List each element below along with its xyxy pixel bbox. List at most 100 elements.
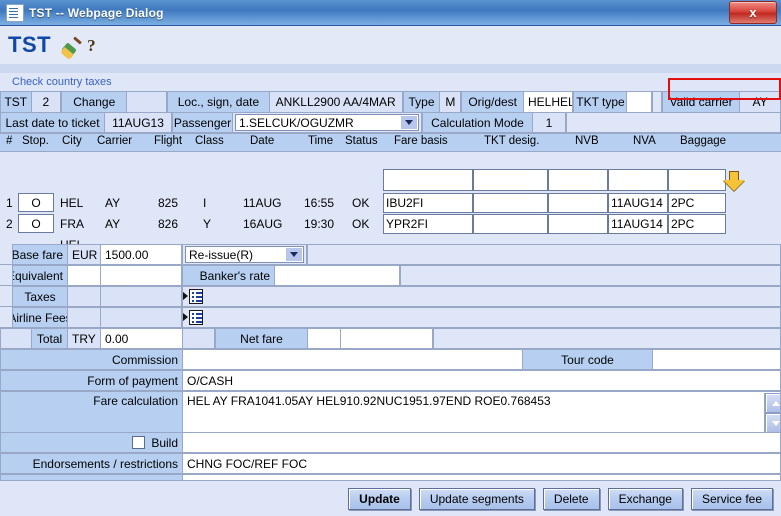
blank-baggage-input[interactable] xyxy=(668,169,726,191)
help-icon[interactable]: ? xyxy=(87,37,103,57)
loc-sign-date-value[interactable]: ANKLL2900 AA/4MAR xyxy=(268,91,403,112)
fill-down-arrow-icon[interactable] xyxy=(723,171,745,193)
airline-fees-gutter xyxy=(0,307,12,327)
service-fee-button[interactable]: Service fee xyxy=(690,487,773,510)
segment-row-1-nvb[interactable] xyxy=(548,193,608,213)
base-fare-amount[interactable]: 1500.00 xyxy=(100,244,182,264)
endorsements-label: Endorsements / restrictions xyxy=(0,453,182,473)
base-fare-label: Base fare xyxy=(12,244,67,264)
equivalent-amount[interactable] xyxy=(100,265,182,285)
endorsements-value[interactable]: CHNG FOC/REF FOC xyxy=(182,453,781,473)
scroll-up-icon[interactable] xyxy=(765,393,780,413)
taxes-currency[interactable] xyxy=(67,286,100,306)
segment-row-1-baggage[interactable]: 2PC xyxy=(668,193,726,213)
segment-row-1-num: 1 xyxy=(6,196,13,210)
segment-row-2-time: 19:30 xyxy=(304,217,335,231)
airline-fees-amount[interactable] xyxy=(100,307,182,327)
calculation-mode-label: Calculation Mode xyxy=(422,112,532,133)
airline-fees-row: Airline Fees xyxy=(0,307,781,328)
tst-label: TST xyxy=(0,91,31,112)
blank-fare-basis-input[interactable] xyxy=(383,169,473,191)
update-segments-button[interactable]: Update segments xyxy=(418,487,535,510)
passenger-label: Passenger xyxy=(172,112,232,133)
build-row: Build xyxy=(0,432,781,453)
segment-row-2-nvb[interactable] xyxy=(548,214,608,234)
bankers-rate-value[interactable] xyxy=(274,265,400,285)
segment-row-2-fare-basis[interactable]: YPR2FI xyxy=(383,214,473,234)
calculation-mode-value[interactable]: 1 xyxy=(532,112,566,133)
taxes-amount[interactable] xyxy=(100,286,182,306)
title-bar: TST -- Webpage Dialog x xyxy=(0,0,781,26)
tkt-type-value[interactable] xyxy=(626,91,652,112)
chevron-down-icon[interactable] xyxy=(286,248,302,261)
update-button[interactable]: Update xyxy=(348,487,411,510)
form-of-payment-value[interactable]: O/CASH xyxy=(182,370,781,390)
net-fare-amount[interactable] xyxy=(340,328,433,348)
delete-button[interactable]: Delete xyxy=(542,487,600,510)
blank-tkt-desig-input[interactable] xyxy=(473,169,548,191)
orig-dest-label: Orig/dest xyxy=(461,91,523,112)
total-filler xyxy=(433,328,781,348)
check-country-taxes-row: Check country taxes xyxy=(0,73,781,91)
change-value[interactable] xyxy=(126,91,168,112)
segment-row-2-tkt-desig[interactable] xyxy=(473,214,548,234)
segment-row-2-class: Y xyxy=(203,217,212,231)
type-label: Type xyxy=(402,91,440,112)
reissue-select[interactable]: Re-issue(R) xyxy=(185,246,304,263)
commission-value[interactable] xyxy=(182,349,522,369)
tst-value[interactable]: 2 xyxy=(30,91,62,112)
segment-row-2-stop[interactable]: O xyxy=(18,214,54,233)
total-currency[interactable]: TRY xyxy=(67,328,100,348)
col-header-baggage: Baggage xyxy=(680,135,727,147)
form-of-payment-row: Form of payment O/CASH xyxy=(0,370,781,391)
total-gutter xyxy=(0,328,31,348)
fare-calculation-label: Fare calculation xyxy=(0,391,182,432)
equivalent-currency[interactable] xyxy=(67,265,100,285)
fare-calculation-textarea[interactable]: HEL AY FRA1041.05AY HEL910.92NUC1951.97E… xyxy=(182,391,781,432)
broom-icon[interactable] xyxy=(60,36,83,61)
net-fare-currency[interactable] xyxy=(307,328,340,348)
tour-code-value[interactable] xyxy=(652,349,781,369)
col-header-status: Status xyxy=(345,135,378,147)
segment-row-2-nva[interactable]: 11AUG14 xyxy=(608,214,668,234)
passenger-select[interactable]: 1.SELCUK/OGUZMR xyxy=(235,114,419,131)
segment-row-1-carrier: AY xyxy=(105,196,121,210)
base-fare-currency[interactable]: EUR xyxy=(67,244,100,264)
col-header-num: # xyxy=(6,135,13,147)
check-country-taxes-link[interactable]: Check country taxes xyxy=(12,76,112,88)
header-row-2: Last date to ticket 11AUG13 Passenger 1.… xyxy=(0,112,781,133)
taxes-list-icon[interactable] xyxy=(189,289,203,304)
segment-row-1-stop[interactable]: O xyxy=(18,193,54,212)
airline-fees-label: Airline Fees xyxy=(12,307,67,327)
airline-fees-list-icon[interactable] xyxy=(189,310,203,325)
total-amount[interactable]: 0.00 xyxy=(100,328,182,348)
valid-carrier-value[interactable]: AY xyxy=(739,91,781,112)
segment-row-1-fare-basis[interactable]: IBU2FI xyxy=(383,193,473,213)
segment-row-1-tkt-desig[interactable] xyxy=(473,193,548,213)
taxes-row: Taxes xyxy=(0,286,781,307)
valid-carrier-label: Valid carrier xyxy=(661,91,740,112)
orig-dest-value[interactable]: HELHEL xyxy=(522,91,574,112)
segment-row-1-date: 11AUG xyxy=(243,196,282,210)
segment-row-1-flight: 825 xyxy=(158,196,179,210)
airline-fees-currency[interactable] xyxy=(67,307,100,327)
change-label[interactable]: Change xyxy=(61,91,127,112)
segment-row-1-time: 16:55 xyxy=(304,196,335,210)
close-button[interactable]: x xyxy=(729,1,777,24)
last-date-to-ticket-value[interactable]: 11AUG13 xyxy=(104,112,172,133)
segment-row-1-nva[interactable]: 11AUG14 xyxy=(608,193,668,213)
blank-nvb-input[interactable] xyxy=(548,169,608,191)
chevron-down-icon[interactable] xyxy=(401,116,417,129)
airline-fees-detail-cell xyxy=(182,307,781,327)
scroll-down-icon[interactable] xyxy=(765,413,780,432)
type-value[interactable]: M xyxy=(439,91,462,112)
segment-row-2-baggage[interactable]: 2PC xyxy=(668,214,726,234)
segment-row-2-date: 16AUG xyxy=(243,217,283,231)
build-checkbox[interactable] xyxy=(132,436,146,449)
exchange-button[interactable]: Exchange xyxy=(607,487,683,510)
fare-calculation-scrollbar[interactable] xyxy=(764,393,780,432)
blank-nva-input[interactable] xyxy=(608,169,668,191)
base-fare-row: Base fare EUR 1500.00 Re-issue(R) xyxy=(0,244,781,265)
last-date-to-ticket-label: Last date to ticket xyxy=(0,112,104,133)
reissue-select-value: Re-issue(R) xyxy=(189,247,254,262)
